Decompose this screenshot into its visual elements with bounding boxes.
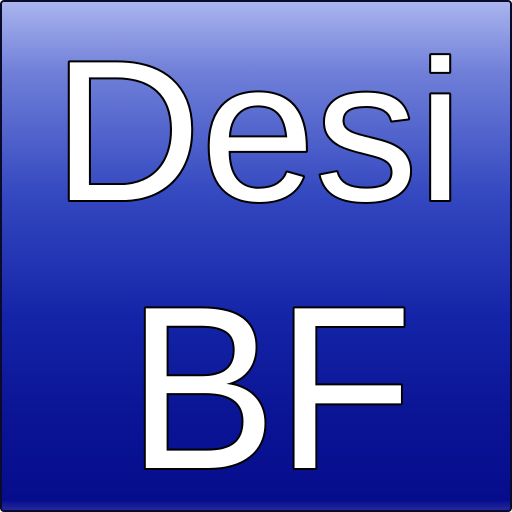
logo-line-2: BF — [128, 259, 413, 512]
logo-line-1: Desi — [53, 20, 463, 243]
logo-tile: Desi BF — [0, 0, 512, 512]
logo-graphic: Desi BF — [51, 18, 465, 512]
